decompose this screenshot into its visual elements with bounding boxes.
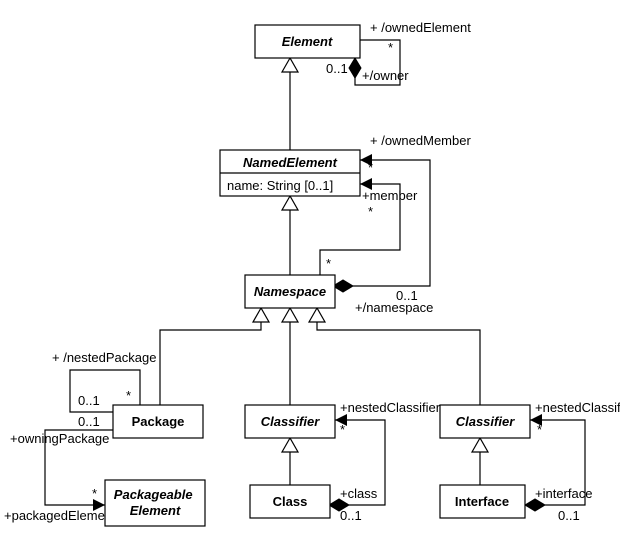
lbl-owner-mult: 0..1 [326,61,348,76]
lbl-packagedElement: +packagedElement [4,508,116,523]
lbl-nestedPackage-mult: * [126,388,131,403]
edge-namedElement-element [282,58,298,150]
lbl-packagedElement-mult: * [92,486,97,501]
edge-interface-classifier2 [472,438,488,485]
class-namedElement: NamedElement name: String [0..1] [220,150,360,196]
lbl-ownedMember: + /ownedMember [370,133,471,148]
class-interface: Interface [440,485,525,518]
class-pe-line1: Packageable [114,487,193,502]
lbl-member-mult: * [368,204,373,219]
lbl-nestedClassifier2: +nestedClassifier [535,400,620,415]
lbl-owningPackage-mult: 0..1 [78,414,100,429]
lbl-ownedElement: + /ownedElement [370,20,471,35]
lbl-nestedPackage: + /nestedPackage [52,350,156,365]
class-pe-line2: Element [130,503,181,518]
edge-namespace-namedElement [282,196,298,275]
class-package-name: Package [132,414,185,429]
edge-package-namespace [160,308,269,405]
class-element: Element [255,25,360,58]
class-class: Class [250,485,330,518]
edge-nestedClassifier1: +nestedClassifier * +class 0..1 [329,400,441,523]
edge-classifier2-namespace [309,308,480,405]
class-namedElement-name: NamedElement [243,155,338,170]
class-namespace-name: Namespace [254,284,326,299]
class-classifier1: Classifier [245,405,335,438]
class-package: Package [113,405,203,438]
edge-class-classifier1 [282,438,298,485]
class-packageableElement: Packageable Element [105,480,205,526]
lbl-classRole: +class [340,486,378,501]
class-namespace: Namespace [245,275,335,308]
edge-nestedClassifier2: +nestedClassifier * +interface 0..1 [525,400,620,523]
lbl-member: +member [362,188,418,203]
lbl-ownedElement-mult: * [388,40,393,55]
lbl-interfaceRole: +interface [535,486,592,501]
lbl-ownedMember-mult: * [368,160,373,175]
lbl-interfaceRole-mult: 0..1 [558,508,580,523]
lbl-namespace: +/namespace [355,300,433,315]
lbl-classRole-mult: 0..1 [340,508,362,523]
lbl-ns-member-mult: * [326,256,331,271]
edge-classifier1-namespace [282,308,298,405]
lbl-owner: +/owner [362,68,409,83]
class-classifier1-name: Classifier [261,414,320,429]
lbl-nestedClassifier1-mult: * [340,422,345,437]
class-element-name: Element [282,34,333,49]
lbl-nestedClassifier1: +nestedClassifier [340,400,441,415]
class-classifier2-name: Classifier [456,414,515,429]
class-classifier2: Classifier [440,405,530,438]
lbl-owningPackage: +owningPackage [10,431,109,446]
class-class-name: Class [273,494,308,509]
class-namedElement-attr: name: String [0..1] [227,178,333,193]
lbl-nestedClassifier2-mult: * [537,422,542,437]
class-interface-name: Interface [455,494,509,509]
lbl-nestedPackage-own-mult: 0..1 [78,393,100,408]
